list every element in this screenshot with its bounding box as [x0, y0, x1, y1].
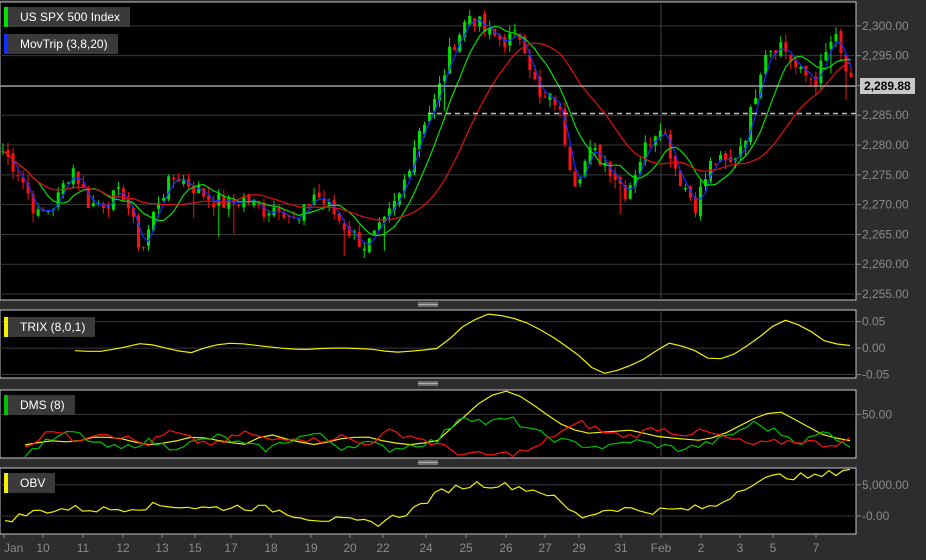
price-y-tick-label: 2,260.00	[862, 257, 909, 271]
price-y-tick-label: 2,295.00	[862, 49, 909, 63]
candle-body	[141, 247, 145, 249]
panel-price	[0, 1, 857, 301]
x-tick-label: 10	[36, 541, 50, 555]
candle-body	[407, 170, 411, 177]
x-tick-label: 20	[343, 541, 357, 555]
candle-body	[824, 51, 828, 61]
candle-body	[819, 60, 823, 84]
candle-body	[543, 96, 547, 98]
x-tick-label: 25	[459, 541, 473, 555]
candle-body	[578, 179, 582, 184]
candle-body	[162, 197, 166, 201]
x-tick-label: 17	[224, 541, 238, 555]
x-tick-label: 24	[419, 541, 433, 555]
candle-body	[307, 204, 311, 207]
trix-y-tick-label: 0.05	[862, 315, 886, 329]
candle-body	[668, 134, 672, 159]
x-tick-label: 13	[155, 541, 169, 555]
obv-y-tick-label: -0.00	[862, 509, 890, 523]
trix-y-tick-label: -0.05	[862, 368, 890, 382]
x-tick-label: Jan	[4, 541, 23, 555]
candle-body	[91, 202, 95, 207]
candle-body	[799, 66, 803, 70]
candle-body	[849, 72, 853, 78]
candle-body	[513, 30, 517, 32]
last-price-badge: 2,289.88	[860, 78, 915, 94]
x-tick-label: 5	[770, 541, 777, 555]
candle-body	[568, 147, 572, 171]
price-y-tick-label: 2,300.00	[862, 19, 909, 33]
price-y-tick-label: 2,285.00	[862, 108, 909, 122]
candle-body	[342, 223, 346, 230]
candle-body	[648, 144, 652, 146]
candle-body	[71, 168, 75, 185]
candle-body	[297, 219, 301, 221]
candle-body	[111, 190, 115, 210]
obv-y-tick-label: 5,000.00	[862, 478, 909, 492]
candle-body	[212, 203, 216, 208]
candle-body	[362, 248, 366, 251]
x-tick-label: 12	[116, 541, 130, 555]
price-y-tick-label: 2,265.00	[862, 227, 909, 241]
x-tick-label: 2	[698, 541, 705, 555]
legend-trix: TRIX (8,0,1)	[4, 317, 96, 337]
candle-body	[754, 98, 758, 105]
x-tick-label: 29	[572, 541, 586, 555]
candle-body	[573, 171, 577, 187]
x-tick-label: 19	[304, 541, 318, 555]
x-tick-label: 3	[737, 541, 744, 555]
candle-body	[809, 78, 813, 80]
legend-movtrip: MovTrip (3,8,20)	[4, 34, 118, 54]
candle-body	[839, 30, 843, 53]
candle-body	[317, 192, 321, 198]
candle-body	[16, 174, 20, 177]
trix-y-tick-label: 0.00	[862, 341, 886, 355]
candle-body	[834, 34, 838, 42]
x-tick-label: 27	[538, 541, 552, 555]
candle-body	[237, 204, 241, 206]
panel-trix	[0, 309, 857, 379]
candle-body	[593, 148, 597, 151]
candle-body	[267, 213, 271, 216]
price-y-tick-label: 2,255.00	[862, 287, 909, 301]
price-y-tick-label: 2,280.00	[862, 138, 909, 152]
candle-body	[36, 209, 40, 216]
candle-body	[272, 207, 276, 216]
candle-body	[116, 187, 120, 189]
candle-body	[488, 28, 492, 35]
legend-obv: OBV	[4, 473, 56, 493]
x-tick-label: 22	[376, 541, 390, 555]
x-tick-label: 31	[614, 541, 628, 555]
x-tick-label: 7	[813, 541, 820, 555]
candle-body	[714, 163, 718, 165]
x-tick-label: 26	[499, 541, 513, 555]
candle-body	[483, 13, 487, 33]
candle-body	[683, 188, 687, 190]
chart-canvas[interactable]: 2,300.002,295.002,290.002,285.002,280.00…	[0, 0, 926, 560]
candle-body	[372, 230, 376, 235]
candle-body	[262, 203, 266, 217]
x-tick-label: Feb	[651, 541, 672, 555]
candle-body	[453, 47, 457, 50]
candle-body	[217, 193, 221, 206]
legend-price-series: US SPX 500 Index	[4, 7, 131, 27]
x-tick-label: 15	[188, 541, 202, 555]
price-y-tick-label: 2,275.00	[862, 168, 909, 182]
panel-dms	[0, 389, 857, 459]
candle-body	[829, 41, 833, 49]
price-y-tick-label: 2,270.00	[862, 198, 909, 212]
candle-body	[769, 51, 773, 53]
x-tick-label: 18	[264, 541, 278, 555]
legend-dms: DMS (8)	[4, 395, 75, 415]
candle-body	[503, 36, 507, 48]
candle-body	[628, 185, 632, 199]
panel-obv	[0, 467, 857, 535]
dms-y-tick-label: 50.00	[862, 407, 892, 421]
x-tick-label: 11	[77, 541, 90, 555]
candle-body	[698, 186, 702, 217]
candle-body	[533, 72, 537, 80]
candle-body	[172, 177, 176, 180]
